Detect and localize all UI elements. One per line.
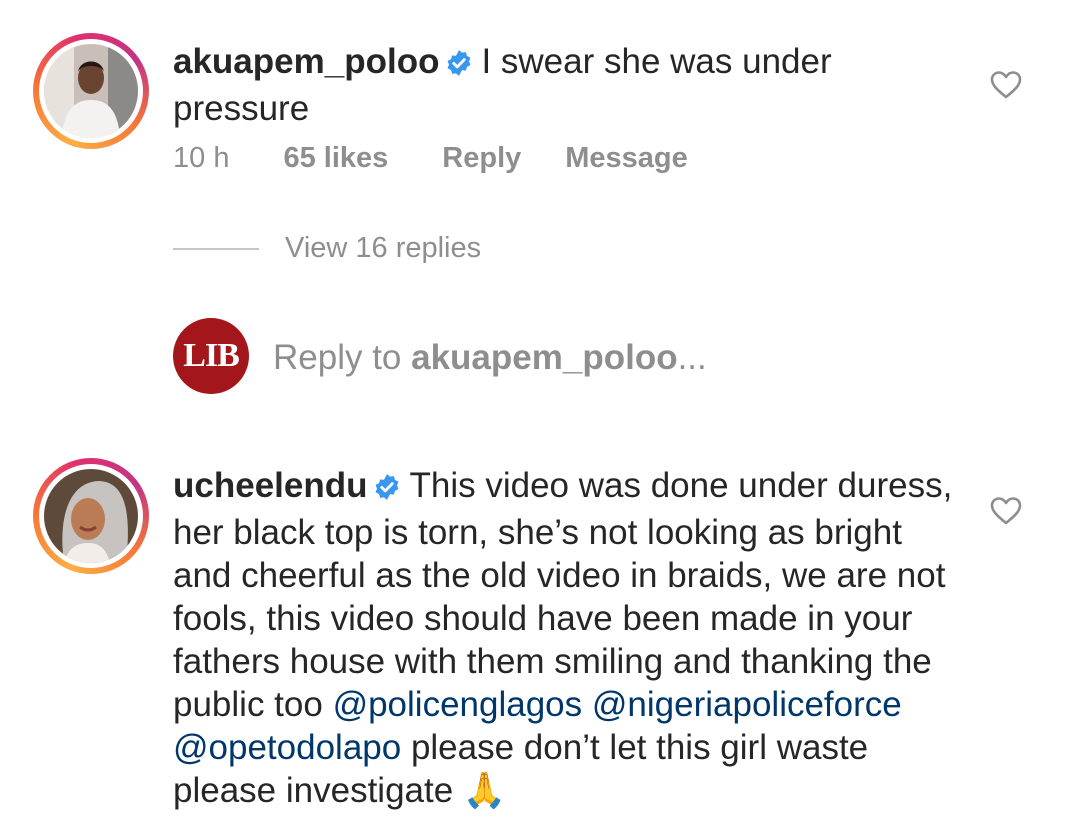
- view-replies-label: View 16 replies: [285, 232, 482, 264]
- comment-meta: 10 h 65 likes Reply Message: [173, 142, 688, 175]
- comment-text-1: akuapem_poloo I swear she was under press…: [173, 40, 933, 130]
- verified-badge-icon: [445, 44, 473, 87]
- mention-link[interactable]: @opetodolapo: [173, 728, 401, 767]
- comment-time: 10 h: [173, 142, 230, 174]
- reply-button[interactable]: Reply: [442, 142, 521, 175]
- lib-avatar-text: LIB: [183, 337, 240, 374]
- mention-link[interactable]: @nigeriapoliceforce: [592, 685, 902, 724]
- mention-link[interactable]: @policenglagos: [333, 685, 583, 724]
- avatar-border: [39, 39, 143, 143]
- comment-text-2: ucheelendu This video was done under dure…: [173, 464, 963, 812]
- reply-input[interactable]: Reply to akuapem_poloo...: [273, 338, 707, 378]
- reply-target: akuapem_poloo: [411, 338, 678, 377]
- verified-badge-icon: [373, 468, 401, 511]
- comment-username[interactable]: ucheelendu: [173, 466, 367, 505]
- heart-icon[interactable]: [990, 496, 1022, 526]
- avatar-ring-ucheelendu[interactable]: [33, 458, 149, 574]
- likes-count[interactable]: 65 likes: [283, 142, 388, 175]
- message-button[interactable]: Message: [565, 142, 688, 175]
- avatar-akuapem: [44, 44, 138, 138]
- reply-prefix: Reply to: [273, 338, 412, 377]
- heart-icon[interactable]: [990, 70, 1022, 100]
- view-replies-button[interactable]: View 16 replies: [173, 232, 481, 265]
- view-replies-divider: [173, 247, 259, 250]
- comment-username[interactable]: akuapem_poloo: [173, 42, 439, 81]
- reply-suffix: ...: [677, 338, 707, 377]
- avatar-ucheelendu: [44, 469, 138, 563]
- avatar-border: [39, 464, 143, 568]
- praying-hands-emoji: 🙏: [462, 771, 507, 810]
- lib-avatar: LIB: [173, 318, 249, 394]
- avatar-ring-akuapem[interactable]: [33, 33, 149, 149]
